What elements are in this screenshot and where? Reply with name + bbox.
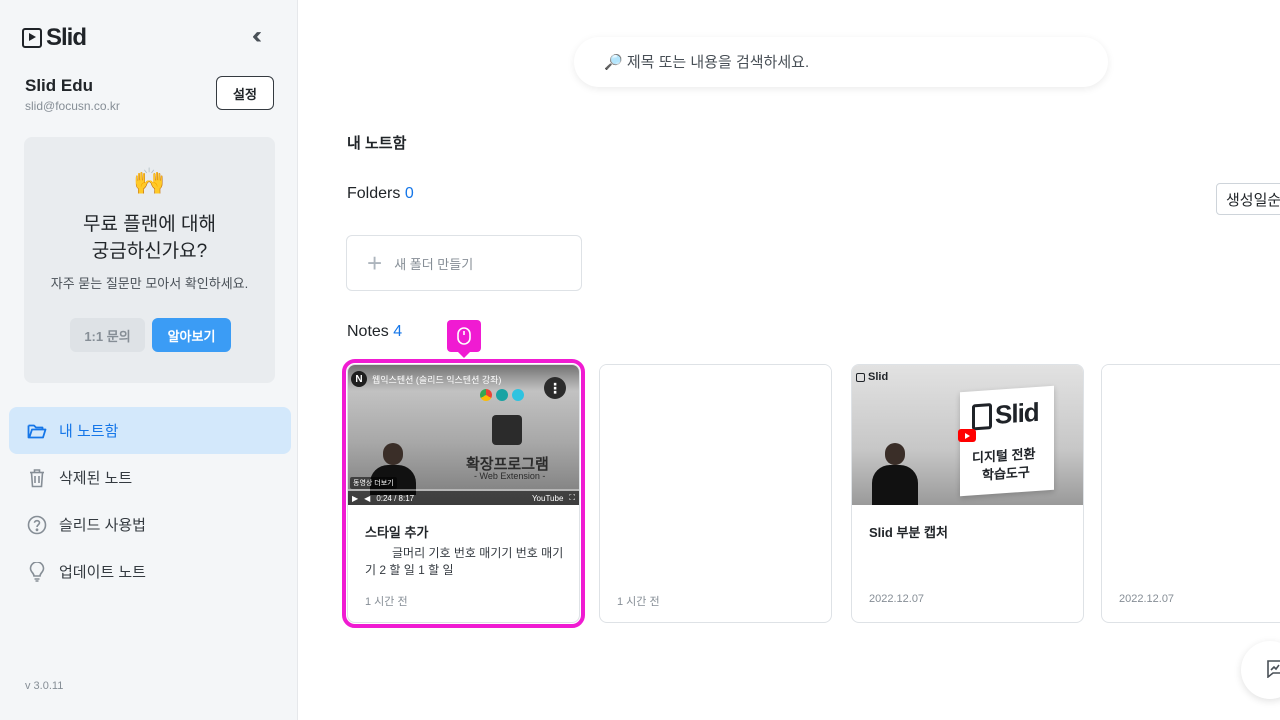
note-card[interactable]: 2022.12.07: [1101, 364, 1280, 623]
promo-title: 무료 플랜에 대해 궁금하신가요?: [83, 214, 216, 262]
puzzle-icon: [492, 415, 522, 445]
browser-icons: [480, 389, 524, 401]
note-card[interactable]: 1 시간 전: [599, 364, 832, 623]
note-title: Slid 부분 캡처: [869, 525, 948, 540]
panel-line-2: 학습도구: [982, 464, 1030, 483]
fullscreen-icon[interactable]: ⛶: [569, 493, 575, 503]
sidebar-item-label: 슬리드 사용법: [59, 517, 146, 534]
logo-icon: [972, 402, 992, 430]
sort-select[interactable]: 생성일순: [1216, 183, 1280, 215]
note-card[interactable]: N 웹익스텐션 (슬리드 익스텐션 강좌) ⋮ 확장프로그램 - Web Ext…: [342, 359, 585, 628]
learn-more-button[interactable]: 알아보기: [152, 318, 231, 352]
chat-icon: [1266, 658, 1280, 683]
folders-label: Folders: [347, 185, 401, 202]
sidebar-item-label: 삭제된 노트: [59, 470, 133, 487]
video-controls: ▶ ◀ 0:24 / 8:17 YouTube ⛶: [348, 491, 579, 505]
note-date: 2022.12.07: [869, 593, 925, 605]
folders-heading: Folders 0: [347, 185, 414, 203]
edge-icon: [496, 389, 508, 401]
app-version: v 3.0.11: [25, 680, 64, 692]
chat-button[interactable]: [1241, 641, 1280, 699]
logo-icon: [22, 28, 42, 48]
raised-hands-icon: 🙌: [133, 166, 166, 196]
empty-thumbnail: [1102, 365, 1280, 505]
note-body: 글머리 기호 번호 매기기 번호 매기기 2 할 일 1 할 일: [365, 546, 564, 577]
video-thumbnail: N 웹익스텐션 (슬리드 익스텐션 강좌) ⋮ 확장프로그램 - Web Ext…: [348, 365, 579, 505]
empty-thumbnail: [600, 365, 831, 505]
youtube-icon: [958, 429, 976, 442]
video-menu-icon[interactable]: ⋮: [544, 377, 566, 399]
sidebar-item-label: 내 노트함: [59, 423, 119, 440]
play-icon[interactable]: ▶: [352, 494, 358, 503]
channel-logo: Slid: [856, 371, 888, 383]
logo-icon: [856, 372, 865, 382]
folder-icon: [27, 421, 47, 441]
note-date: 1 시간 전: [617, 596, 660, 608]
sidebar-item-deleted-notes[interactable]: 삭제된 노트: [9, 454, 291, 501]
volume-icon[interactable]: ◀: [364, 494, 370, 503]
search-bar[interactable]: [574, 37, 1108, 87]
mouse-click-icon: [447, 320, 481, 358]
sidebar-item-help[interactable]: 슬리드 사용법: [9, 501, 291, 548]
sidebar-item-my-notes[interactable]: 내 노트함: [9, 407, 291, 454]
folders-count: 0: [404, 185, 414, 202]
settings-button[interactable]: 설정: [216, 76, 274, 110]
video-platform: YouTube: [531, 493, 564, 503]
video-sub-text: - Web Extension -: [474, 471, 546, 481]
note-title: 스타일 추가: [365, 525, 429, 540]
video-time: 0:24 / 8:17: [376, 493, 415, 503]
sidebar-item-updates[interactable]: 업데이트 노트: [9, 548, 291, 595]
inquiry-button[interactable]: 1:1 문의: [70, 318, 145, 352]
notes-count: 4: [393, 323, 403, 340]
note-card[interactable]: Slid Slid 디지털 전환 학습도구 Slid 부분 캡처 2022.12…: [851, 364, 1084, 623]
page-title: 내 노트함: [347, 135, 407, 152]
video-thumbnail: Slid Slid 디지털 전환 학습도구: [852, 365, 1083, 505]
video-title: 웹익스텐션 (슬리드 익스텐션 강좌): [372, 375, 502, 385]
presenter-figure: [872, 443, 918, 505]
sidebar: Slid ‹‹ Slid Edu slid@focusn.co.kr 설정 🙌 …: [0, 0, 298, 720]
user-email: slid@focusn.co.kr: [25, 99, 120, 113]
logo-text: Slid: [995, 396, 1039, 430]
search-input[interactable]: [604, 53, 1064, 71]
note-date: 1 시간 전: [365, 596, 408, 608]
collapse-sidebar-icon[interactable]: ‹‹: [252, 24, 262, 48]
new-folder-button[interactable]: + 새 폴더 만들기: [346, 235, 582, 291]
logo-text: Slid: [46, 24, 87, 51]
logo-text: Slid: [868, 371, 889, 383]
promo-card: 🙌 무료 플랜에 대해 궁금하신가요? 자주 묻는 질문만 모아서 확인하세요.…: [24, 137, 275, 383]
help-icon: [27, 515, 47, 535]
chrome-icon: [480, 389, 492, 401]
user-name: Slid Edu: [25, 76, 93, 95]
lightbulb-icon: [27, 561, 47, 582]
sidebar-nav: 내 노트함 삭제된 노트 슬리드 사용법 업데이트 노트: [9, 407, 291, 595]
channel-avatar-icon: N: [351, 371, 367, 387]
plus-icon: +: [367, 248, 383, 278]
video-badge: 동영상 더보기: [350, 477, 397, 489]
note-date: 2022.12.07: [1119, 593, 1175, 605]
promo-subtitle: 자주 묻는 질문만 모아서 확인하세요.: [50, 276, 249, 291]
trash-icon: [27, 468, 47, 488]
promo-buttons: 1:1 문의 알아보기: [70, 318, 231, 352]
slid-logo: Slid: [972, 397, 1039, 433]
sidebar-item-label: 업데이트 노트: [59, 564, 146, 581]
new-folder-label: 새 폴더 만들기: [394, 256, 474, 272]
notes-heading: Notes 4: [347, 323, 402, 341]
whale-icon: [512, 389, 524, 401]
notes-label: Notes: [347, 323, 389, 340]
app-logo[interactable]: Slid: [22, 24, 87, 52]
